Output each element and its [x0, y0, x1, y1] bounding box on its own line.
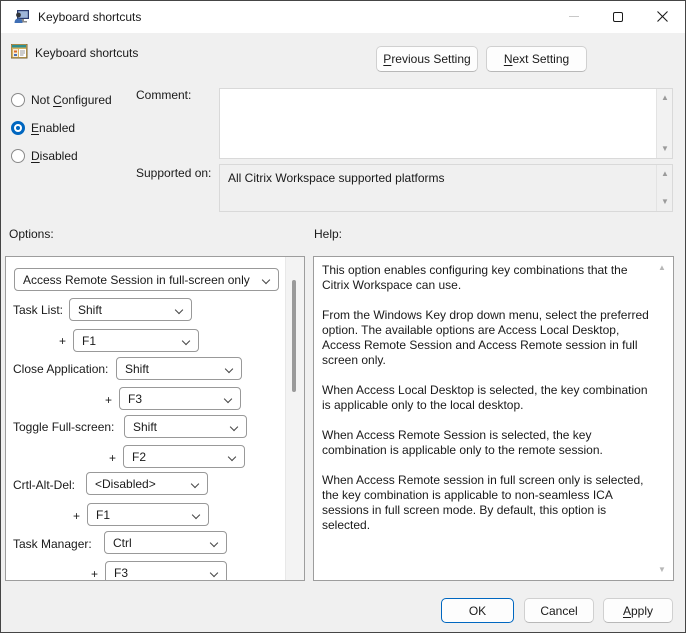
task-manager-label: Task Manager:: [13, 537, 92, 551]
minimize-icon: [568, 16, 579, 17]
help-paragraph: When Access Remote Session is selected, …: [322, 428, 603, 457]
help-paragraph: From the Windows Key drop down menu, sel…: [322, 308, 649, 367]
scroll-up-icon[interactable]: ▲: [655, 263, 669, 272]
radio-not-configured[interactable]: Not Configured: [11, 93, 112, 107]
task-manager-modifier-select[interactable]: Ctrl: [104, 531, 227, 554]
radio-circle-icon: [11, 93, 25, 107]
help-text: This option enables configuring key comb…: [322, 263, 650, 548]
radio-label: Not Configured: [31, 93, 112, 107]
title-bar: Keyboard shortcuts: [1, 1, 685, 33]
group-policy-app-icon: [14, 10, 29, 23]
task-list-label: Task List:: [13, 303, 64, 317]
chevron-down-icon: [191, 510, 201, 520]
chevron-down-icon: [190, 479, 200, 489]
plus-label: +: [109, 451, 117, 465]
cancel-button[interactable]: Cancel: [524, 598, 594, 623]
options-scrollbar[interactable]: [285, 257, 304, 580]
scroll-down-icon[interactable]: ▼: [657, 144, 673, 154]
windows-key-select[interactable]: Access Remote Session in full-screen onl…: [14, 268, 279, 291]
chevron-down-icon: [174, 305, 184, 315]
close-application-key-select[interactable]: F3: [119, 387, 241, 410]
plus-label: +: [73, 509, 81, 523]
chevron-down-icon: [227, 452, 237, 462]
task-list-modifier-select[interactable]: Shift: [69, 298, 192, 321]
toggle-fullscreen-modifier-select[interactable]: Shift: [124, 415, 247, 438]
options-panel: Access Remote Session in full-screen onl…: [5, 256, 305, 581]
supported-scrollbar[interactable]: ▲ ▼: [656, 165, 672, 211]
help-panel: This option enables configuring key comb…: [313, 256, 674, 581]
plus-label: +: [105, 393, 113, 407]
previous-setting-button[interactable]: Previous Setting: [376, 46, 478, 72]
window-title: Keyboard shortcuts: [38, 10, 142, 24]
task-list-key-select[interactable]: F1: [73, 329, 199, 352]
plus-label: +: [91, 567, 99, 581]
scroll-down-icon[interactable]: ▼: [655, 565, 669, 574]
close-application-label: Close Application:: [13, 362, 109, 376]
radio-label: Enabled: [31, 121, 76, 135]
radio-enabled[interactable]: Enabled: [11, 121, 75, 135]
setting-name: Keyboard shortcuts: [35, 46, 139, 60]
radio-label: Disabled: [31, 149, 78, 163]
close-application-modifier-select[interactable]: Shift: [116, 357, 242, 380]
scroll-up-icon[interactable]: ▲: [657, 169, 673, 179]
help-paragraph: When Access Local Desktop is selected, t…: [322, 383, 648, 412]
radio-circle-icon: [11, 121, 25, 135]
comment-input[interactable]: ▲ ▼: [219, 88, 673, 159]
help-label: Help:: [314, 227, 343, 241]
chevron-down-icon: [229, 422, 239, 432]
chevron-down-icon: [209, 538, 219, 548]
ctrl-alt-del-modifier-select[interactable]: <Disabled>: [86, 472, 208, 495]
task-manager-key-select[interactable]: F3: [105, 561, 227, 580]
chevron-down-icon: [223, 394, 233, 404]
toggle-fullscreen-label: Toggle Full-screen:: [13, 420, 115, 434]
ctrl-alt-del-label: Crtl-Alt-Del:: [13, 478, 75, 492]
chevron-down-icon: [209, 568, 219, 578]
supported-on-box: All Citrix Workspace supported platforms…: [219, 164, 673, 212]
close-button[interactable]: [640, 1, 685, 32]
comment-scrollbar[interactable]: ▲ ▼: [656, 89, 672, 158]
apply-button[interactable]: Apply: [603, 598, 673, 623]
help-paragraph: This option enables configuring key comb…: [322, 263, 628, 292]
close-icon: [657, 11, 668, 22]
minimize-button[interactable]: [551, 1, 596, 32]
supported-on-label: Supported on:: [136, 166, 212, 180]
supported-on-value: All Citrix Workspace supported platforms: [228, 171, 445, 185]
chevron-down-icon: [224, 364, 234, 374]
chevron-down-icon: [181, 336, 191, 346]
toggle-fullscreen-key-select[interactable]: F2: [123, 445, 245, 468]
help-paragraph: When Access Remote session in full scree…: [322, 473, 644, 532]
scroll-up-icon[interactable]: ▲: [657, 93, 673, 103]
radio-disabled[interactable]: Disabled: [11, 149, 78, 163]
scroll-down-icon[interactable]: ▼: [657, 197, 673, 207]
plus-label: +: [59, 334, 67, 348]
maximize-button[interactable]: [595, 1, 640, 32]
options-label: Options:: [9, 227, 54, 241]
chevron-down-icon: [261, 275, 271, 285]
ctrl-alt-del-key-select[interactable]: F1: [87, 503, 209, 526]
options-scrollbar-thumb[interactable]: [292, 280, 296, 392]
radio-circle-icon: [11, 149, 25, 163]
comment-label: Comment:: [136, 88, 192, 102]
maximize-icon: [612, 11, 623, 22]
policy-setting-icon: [11, 44, 28, 59]
policy-setting-dialog: Keyboard shortcuts Keyboard shortcuts Pr…: [0, 0, 686, 633]
next-setting-button[interactable]: Next Setting: [486, 46, 587, 72]
ok-button[interactable]: OK: [441, 598, 514, 623]
